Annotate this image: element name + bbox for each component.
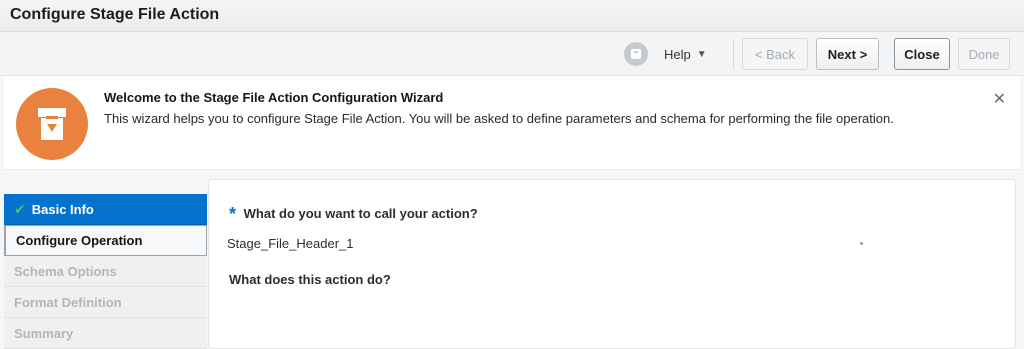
- step-summary[interactable]: Summary: [4, 318, 207, 349]
- chevron-down-icon: ▼: [696, 48, 707, 60]
- step-label: Basic Info: [31, 201, 94, 217]
- stage-file-action-icon: [16, 88, 88, 160]
- toolbar-divider: [733, 40, 734, 70]
- step-label: Schema Options: [14, 263, 117, 279]
- title-bar: Configure Stage File Action: [0, 0, 1024, 32]
- step-basic-info[interactable]: ✔ Basic Info: [4, 194, 207, 225]
- next-button[interactable]: Next >: [816, 38, 879, 70]
- done-button[interactable]: Done: [958, 38, 1010, 70]
- welcome-description: This wizard helps you to configure Stage…: [104, 111, 894, 126]
- action-name-input[interactable]: Stage_File_Header_1: [227, 236, 353, 251]
- step-configure-operation[interactable]: Configure Operation: [4, 225, 207, 256]
- step-label: Format Definition: [14, 294, 122, 310]
- dialog-title: Configure Stage File Action: [10, 6, 220, 23]
- action-description-label: What does this action do?: [229, 272, 391, 287]
- welcome-banner: Welcome to the Stage File Action Configu…: [4, 76, 1020, 170]
- close-icon[interactable]: ✕: [993, 89, 1006, 109]
- user-avatar-icon[interactable]: [624, 42, 648, 66]
- step-format-definition[interactable]: Format Definition: [4, 287, 207, 318]
- step-label: Configure Operation: [16, 233, 143, 248]
- step-form-panel: * What do you want to call your action? …: [208, 179, 1016, 349]
- help-menu-button[interactable]: Help ▼: [664, 44, 707, 64]
- wizard-toolbar: Help ▼ < Back Next > Close Done: [0, 32, 1024, 76]
- close-button[interactable]: Close: [894, 38, 950, 70]
- checkmark-icon: ✔: [14, 200, 26, 217]
- field-indicator-dot: [860, 242, 863, 245]
- wizard-steps: ✔ Basic Info Configure Operation Schema …: [4, 194, 207, 349]
- help-label: Help: [664, 46, 691, 62]
- action-name-label: * What do you want to call your action?: [229, 202, 478, 224]
- action-name-question: What do you want to call your action?: [243, 206, 478, 221]
- required-marker: *: [229, 204, 237, 224]
- step-schema-options[interactable]: Schema Options: [4, 256, 207, 287]
- step-label: Summary: [14, 325, 74, 341]
- back-button[interactable]: < Back: [742, 38, 808, 70]
- welcome-heading: Welcome to the Stage File Action Configu…: [104, 90, 444, 105]
